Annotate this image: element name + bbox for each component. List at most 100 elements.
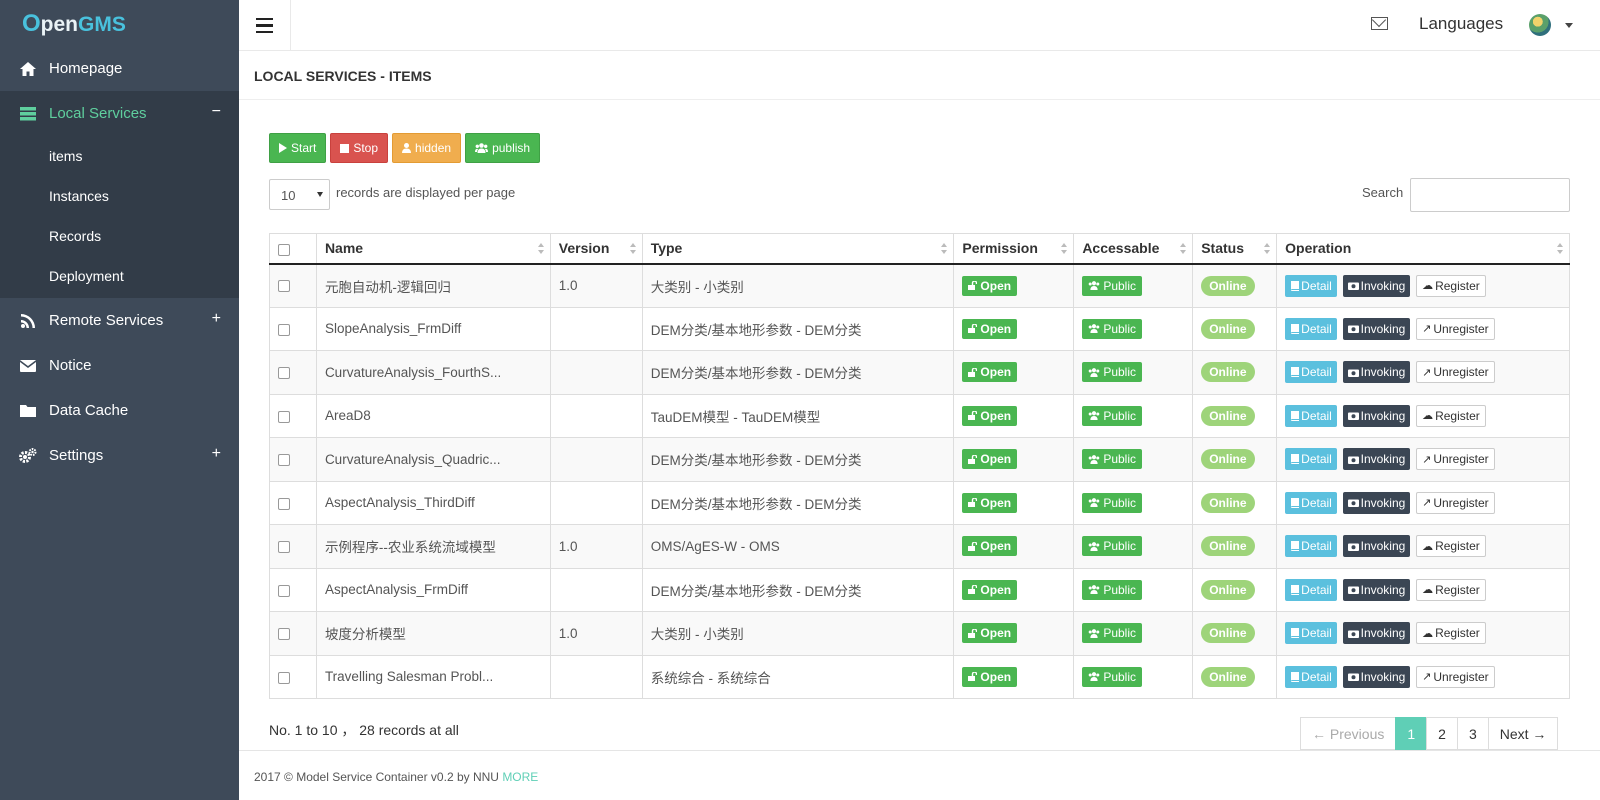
column-header-name[interactable]: Name	[315, 233, 551, 265]
column-header-status[interactable]: Status	[1192, 233, 1278, 265]
start-button[interactable]: Start	[269, 133, 327, 163]
page-length-select[interactable]: 10	[269, 179, 330, 210]
column-header-type[interactable]: Type	[641, 233, 955, 265]
sidebar-item-settings[interactable]: Settings +	[0, 433, 239, 478]
avatar[interactable]	[1529, 14, 1551, 36]
detail-button[interactable]: Detail	[1285, 404, 1337, 427]
more-link[interactable]: MORE	[502, 770, 538, 784]
sidebar-item-data-cache[interactable]: Data Cache	[0, 388, 239, 433]
status-badge: Online	[1201, 275, 1255, 296]
service-type: 系统综合 - 系统综合	[641, 654, 955, 699]
row-select-cell	[269, 611, 317, 656]
table-row[interactable]: AreaD8 TauDEM模型 - TauDEM模型 Open Public O…	[269, 393, 1570, 438]
table-row[interactable]: AspectAnalysis_FrmDiff DEM分类/基本地形参数 - DE…	[269, 567, 1570, 612]
hidden-button[interactable]: hidden	[392, 133, 462, 163]
publish-button[interactable]: publish	[465, 133, 541, 163]
chevron-down-icon[interactable]	[1565, 23, 1573, 28]
detail-button[interactable]: Detail	[1285, 622, 1337, 645]
languages-dropdown[interactable]: Languages	[1419, 14, 1503, 34]
table-row[interactable]: 示例程序--农业系统流域模型 1.0 OMS/AgES-W - OMS Open…	[269, 524, 1570, 569]
permission-badge: Open	[962, 492, 1018, 513]
search-input[interactable]	[1410, 178, 1570, 212]
users-icon	[1089, 367, 1100, 377]
column-header-accessable[interactable]: Accessable	[1073, 233, 1194, 265]
detail-button[interactable]: Detail	[1285, 361, 1337, 384]
register-toggle-button[interactable]: ☁ Register	[1416, 622, 1486, 645]
row-checkbox[interactable]	[278, 323, 290, 336]
stop-button[interactable]: Stop	[330, 133, 389, 163]
table-row[interactable]: AspectAnalysis_ThirdDiff DEM分类/基本地形参数 - …	[269, 480, 1570, 525]
register-toggle-button[interactable]: ↗ Unregister	[1416, 491, 1495, 514]
invoking-button[interactable]: Invoking	[1342, 448, 1411, 471]
row-checkbox[interactable]	[278, 628, 290, 641]
detail-button[interactable]: Detail	[1285, 665, 1337, 688]
table-row[interactable]: CurvatureAnalysis_Quadric... DEM分类/基本地形参…	[269, 437, 1570, 482]
sidebar-item-notice[interactable]: Notice	[0, 343, 239, 388]
column-header-permission[interactable]: Permission	[953, 233, 1075, 265]
table-row[interactable]: 元胞自动机-逻辑回归 1.0 大类别 - 小类别 Open Public Onl…	[269, 263, 1570, 308]
menu-toggle-button[interactable]	[239, 0, 291, 51]
invoking-button[interactable]: Invoking	[1342, 404, 1411, 427]
access-cell: Public	[1073, 567, 1194, 612]
service-name: Travelling Salesman Probl...	[315, 654, 551, 699]
detail-button[interactable]: Detail	[1285, 448, 1337, 471]
invoking-button[interactable]: Invoking	[1342, 535, 1411, 558]
submenu-item-items[interactable]: items	[0, 136, 239, 176]
table-row[interactable]: Travelling Salesman Probl... 系统综合 - 系统综合…	[269, 654, 1570, 699]
invoking-button[interactable]: Invoking	[1342, 622, 1411, 645]
row-checkbox[interactable]	[278, 280, 290, 293]
select-all-checkbox[interactable]	[278, 243, 290, 256]
table-row[interactable]: CurvatureAnalysis_FourthS... DEM分类/基本地形参…	[269, 350, 1570, 395]
expand-toggle[interactable]: +	[212, 310, 221, 328]
page-button-1[interactable]: 1	[1395, 717, 1428, 750]
invoking-button[interactable]: Invoking	[1342, 665, 1411, 688]
page-button-3[interactable]: 3	[1456, 717, 1489, 750]
submenu-item-records[interactable]: Records	[0, 216, 239, 256]
row-checkbox[interactable]	[278, 410, 290, 423]
row-checkbox[interactable]	[278, 454, 290, 467]
invoking-button[interactable]: Invoking	[1342, 317, 1411, 340]
permission-cell: Open	[953, 524, 1075, 569]
mail-icon[interactable]	[1371, 17, 1388, 30]
sort-icon	[1557, 243, 1563, 255]
collapse-toggle[interactable]: −	[212, 103, 221, 121]
invoking-button[interactable]: Invoking	[1342, 274, 1411, 297]
detail-button[interactable]: Detail	[1285, 274, 1337, 297]
sidebar-item-remote-services[interactable]: Remote Services +	[0, 298, 239, 343]
register-toggle-button[interactable]: ☁ Register	[1416, 274, 1486, 297]
row-checkbox[interactable]	[278, 584, 290, 597]
row-checkbox[interactable]	[278, 497, 290, 510]
submenu-item-instances[interactable]: Instances	[0, 176, 239, 216]
register-toggle-button[interactable]: ☁ Register	[1416, 404, 1486, 427]
row-checkbox[interactable]	[278, 671, 290, 684]
table-row[interactable]: SlopeAnalysis_FrmDiff DEM分类/基本地形参数 - DEM…	[269, 306, 1570, 351]
row-checkbox[interactable]	[278, 541, 290, 554]
invoking-button[interactable]: Invoking	[1342, 578, 1411, 601]
column-header-version[interactable]: Version	[549, 233, 643, 265]
submenu-item-deployment[interactable]: Deployment	[0, 256, 239, 296]
sidebar-item-homepage[interactable]: Homepage	[0, 46, 239, 91]
camera-icon	[1347, 412, 1359, 421]
detail-button[interactable]: Detail	[1285, 317, 1337, 340]
column-header-operation[interactable]: Operation	[1276, 233, 1570, 265]
register-toggle-button[interactable]: ↗ Unregister	[1416, 665, 1495, 688]
register-toggle-button[interactable]: ↗ Unregister	[1416, 448, 1495, 471]
detail-button[interactable]: Detail	[1285, 578, 1337, 601]
invoking-button[interactable]: Invoking	[1342, 491, 1411, 514]
register-toggle-button[interactable]: ↗ Unregister	[1416, 317, 1495, 340]
expand-toggle[interactable]: +	[212, 445, 221, 463]
page-button-2[interactable]: 2	[1426, 717, 1458, 750]
row-checkbox[interactable]	[278, 367, 290, 380]
previous-page-button[interactable]: ← Previous	[1300, 717, 1397, 750]
detail-button[interactable]: Detail	[1285, 535, 1337, 558]
register-toggle-button[interactable]: ↗ Unregister	[1416, 361, 1495, 384]
app-logo[interactable]: OpenGMS	[0, 0, 239, 46]
next-page-button[interactable]: Next →	[1487, 717, 1559, 750]
register-toggle-button[interactable]: ☁ Register	[1416, 578, 1486, 601]
invoking-button[interactable]: Invoking	[1342, 361, 1411, 384]
table-row[interactable]: 坡度分析模型 1.0 大类别 - 小类别 Open Public Online …	[269, 611, 1570, 656]
stop-button-label: Stop	[353, 141, 379, 155]
register-toggle-button[interactable]: ☁ Register	[1416, 535, 1486, 558]
sidebar-item-local-services[interactable]: Local Services −	[0, 91, 239, 136]
detail-button[interactable]: Detail	[1285, 491, 1337, 514]
